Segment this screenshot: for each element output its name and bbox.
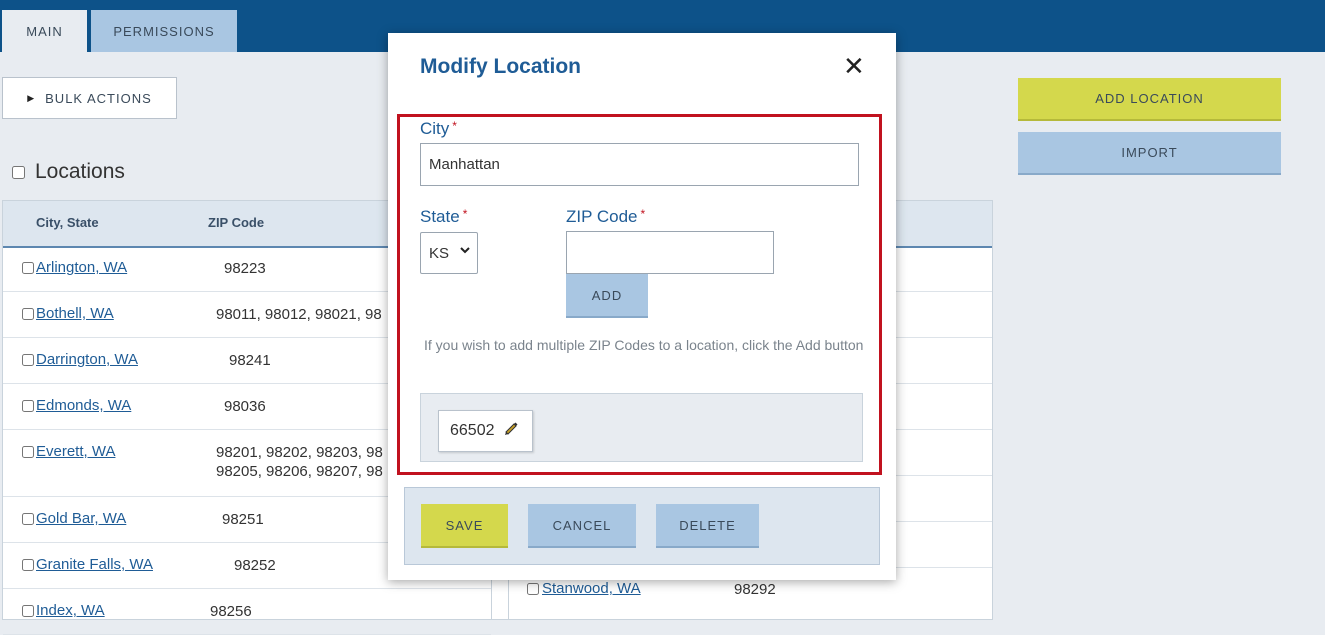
state-select[interactable]: KS bbox=[420, 232, 478, 274]
city-link[interactable]: Bothell, WA bbox=[36, 305, 114, 322]
city-label-text: City bbox=[420, 119, 450, 138]
pencil-icon[interactable] bbox=[503, 420, 520, 442]
add-location-button[interactable]: ADD LOCATION bbox=[1018, 78, 1281, 121]
chevron-down-icon bbox=[459, 244, 471, 259]
zip-code-label: ZIP Code * bbox=[566, 207, 645, 227]
zip-code-list: 66502 bbox=[420, 393, 863, 462]
zip-cell: 98251 bbox=[222, 511, 264, 528]
required-marker: * bbox=[462, 207, 468, 221]
add-zip-button[interactable]: ADD bbox=[566, 274, 648, 318]
select-all-checkbox[interactable] bbox=[12, 165, 25, 179]
zip-cell: 98252 bbox=[234, 557, 276, 574]
city-link[interactable]: Edmonds, WA bbox=[36, 397, 131, 414]
required-marker: * bbox=[452, 119, 457, 133]
city-link[interactable]: Gold Bar, WA bbox=[36, 510, 126, 527]
row-checkbox[interactable] bbox=[22, 605, 34, 617]
state-label: State * bbox=[420, 207, 467, 227]
multiple-zip-hint: If you wish to add multiple ZIP Codes to… bbox=[424, 337, 864, 353]
row-checkbox[interactable] bbox=[22, 354, 34, 366]
bulk-actions-button[interactable]: ▶ BULK ACTIONS bbox=[2, 77, 177, 119]
zip-cell: 98256 bbox=[210, 603, 252, 620]
locations-header: Locations bbox=[12, 160, 125, 184]
city-link[interactable]: Index, WA bbox=[36, 602, 105, 619]
close-icon[interactable]: ✕ bbox=[843, 51, 865, 82]
row-checkbox[interactable] bbox=[22, 308, 34, 320]
zip-cell: 98036 bbox=[224, 398, 266, 415]
locations-title: Locations bbox=[35, 160, 125, 183]
delete-button[interactable]: DELETE bbox=[656, 504, 759, 548]
row-checkbox[interactable] bbox=[22, 446, 34, 458]
city-link[interactable]: Everett, WA bbox=[36, 443, 115, 460]
modal-title: Modify Location bbox=[420, 55, 581, 78]
column-header-zip-code[interactable]: ZIP Code bbox=[208, 215, 264, 230]
city-link[interactable]: Granite Falls, WA bbox=[36, 556, 153, 573]
zip-cell: 98292 bbox=[734, 581, 776, 598]
zip-code-label-text: ZIP Code bbox=[566, 207, 638, 226]
row-checkbox[interactable] bbox=[22, 262, 34, 274]
modal-footer: SAVE CANCEL DELETE bbox=[404, 487, 880, 565]
play-triangle-icon: ▶ bbox=[27, 92, 36, 103]
zip-code-chip[interactable]: 66502 bbox=[438, 410, 533, 452]
zip-cell: 98223 bbox=[224, 260, 266, 277]
zip-cell: 98201, 98202, 98203, 98 98205, 98206, 98… bbox=[216, 444, 383, 480]
city-input[interactable] bbox=[420, 143, 859, 186]
column-header-city-state[interactable]: City, State bbox=[36, 215, 99, 230]
city-link[interactable]: Arlington, WA bbox=[36, 259, 127, 276]
zip-code-input[interactable] bbox=[566, 231, 774, 274]
city-label: City * bbox=[420, 119, 457, 139]
cancel-button[interactable]: CANCEL bbox=[528, 504, 636, 548]
table-row: Index, WA 98256 bbox=[3, 589, 491, 635]
bulk-actions-label: BULK ACTIONS bbox=[45, 90, 152, 106]
required-marker: * bbox=[640, 207, 646, 221]
city-link[interactable]: Stanwood, WA bbox=[542, 580, 641, 597]
row-checkbox[interactable] bbox=[22, 400, 34, 412]
state-label-text: State bbox=[420, 207, 460, 226]
city-link[interactable]: Darrington, WA bbox=[36, 351, 138, 368]
tab-permissions[interactable]: PERMISSIONS bbox=[91, 10, 237, 52]
state-select-value: KS bbox=[429, 244, 450, 262]
zip-code-chip-label: 66502 bbox=[450, 422, 495, 439]
modify-location-modal: Modify Location ✕ City* State* KS ZIP Co… bbox=[388, 33, 896, 580]
tab-main[interactable]: MAIN bbox=[2, 10, 87, 52]
save-button[interactable]: SAVE bbox=[421, 504, 508, 548]
row-checkbox[interactable] bbox=[527, 583, 539, 595]
import-button[interactable]: IMPORT bbox=[1018, 132, 1281, 175]
row-checkbox[interactable] bbox=[22, 513, 34, 525]
zip-cell: 98011, 98012, 98021, 98 bbox=[216, 306, 382, 323]
zip-cell: 98241 bbox=[229, 352, 271, 369]
row-checkbox[interactable] bbox=[22, 559, 34, 571]
